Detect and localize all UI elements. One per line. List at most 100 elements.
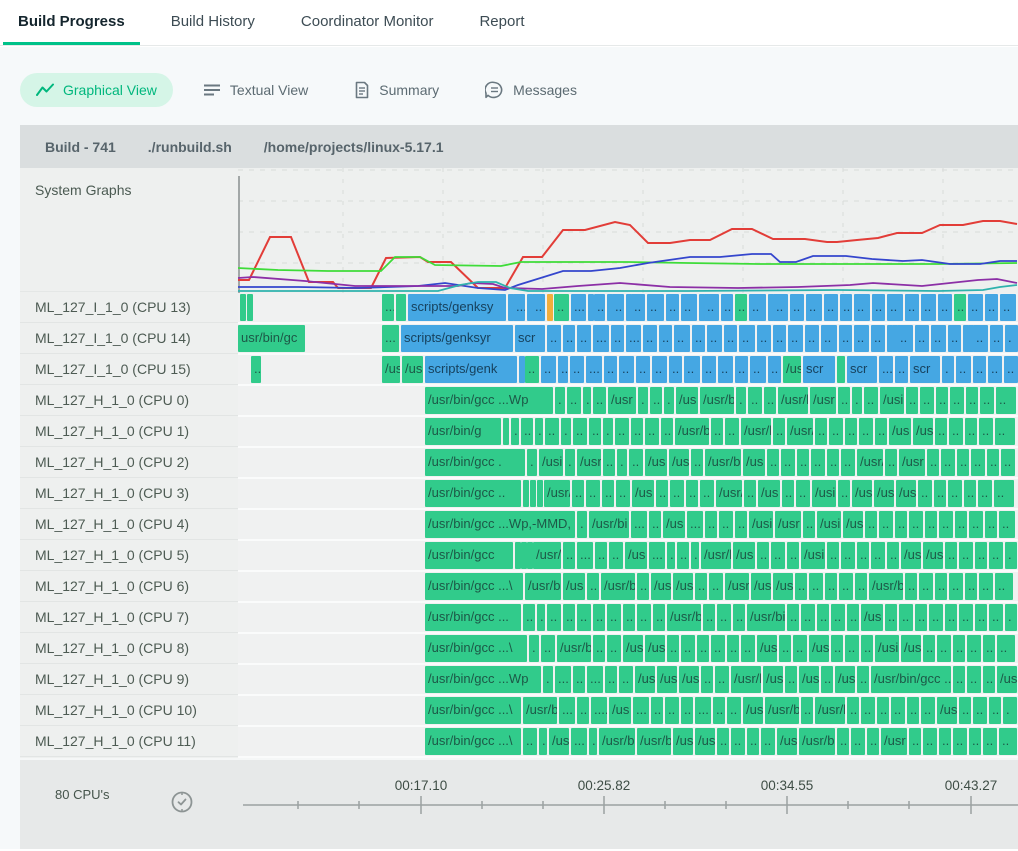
- task-segment[interactable]: ..: [975, 604, 987, 631]
- task-segment[interactable]: ..: [757, 325, 771, 352]
- task-segment[interactable]: [547, 294, 553, 321]
- task-segment[interactable]: /us: [625, 542, 647, 569]
- task-segment[interactable]: /usr/bir: [869, 573, 903, 600]
- task-segment[interactable]: /usr/bin: [778, 387, 808, 414]
- task-segment[interactable]: ..: [665, 697, 679, 724]
- task-segment[interactable]: /usr/bin: [525, 573, 561, 600]
- task-segment[interactable]: ..: [885, 604, 897, 631]
- task-segment[interactable]: ..: [897, 325, 913, 352]
- task-segment[interactable]: scr: [847, 356, 877, 383]
- task-segment[interactable]: /usr/bir: [765, 697, 799, 724]
- task-segment[interactable]: /us: [773, 573, 793, 600]
- task-segment[interactable]: /us: [609, 697, 631, 724]
- task-segment[interactable]: /usr/b: [815, 697, 845, 724]
- task-segment[interactable]: ..: [994, 480, 1014, 507]
- task-segment[interactable]: ....: [591, 697, 607, 724]
- task-segment[interactable]: ..: [909, 511, 923, 538]
- task-segment[interactable]: ..: [782, 480, 794, 507]
- task-segment[interactable]: ..: [681, 697, 693, 724]
- task-segment[interactable]: /us: [733, 542, 755, 569]
- task-segment[interactable]: scr: [515, 325, 545, 352]
- task-segment[interactable]: /us: [743, 449, 765, 476]
- task-segment[interactable]: ..: [554, 294, 569, 321]
- task-segment[interactable]: ..: [923, 728, 937, 755]
- task-segment[interactable]: ..: [999, 511, 1015, 538]
- task-segment[interactable]: ..: [824, 294, 838, 321]
- task-segment[interactable]: ...: [879, 356, 893, 383]
- task-segment[interactable]: ..: [936, 387, 948, 414]
- task-segment[interactable]: ..: [879, 511, 893, 538]
- task-segment[interactable]: ..: [768, 356, 781, 383]
- task-segment[interactable]: ..: [969, 511, 983, 538]
- task-segment[interactable]: [503, 418, 509, 445]
- task-segment[interactable]: ..: [1000, 294, 1016, 321]
- task-segment[interactable]: ..: [919, 573, 933, 600]
- task-segment[interactable]: ..: [996, 387, 1016, 414]
- task-segment[interactable]: ..: [701, 666, 713, 693]
- task-segment[interactable]: ..: [967, 666, 981, 693]
- task-segment[interactable]: ..: [702, 356, 716, 383]
- task-segment[interactable]: ..: [957, 449, 969, 476]
- task-segment[interactable]: ..: [721, 294, 733, 321]
- task-segment[interactable]: ..: [647, 294, 664, 321]
- task-segment[interactable]: ...: [577, 542, 593, 569]
- task-segment[interactable]: /usi: [812, 480, 836, 507]
- task-segment[interactable]: /usr/bin/gcc ...\: [425, 635, 527, 662]
- task-segment[interactable]: .: [664, 387, 674, 414]
- task-segment[interactable]: ..: [631, 418, 643, 445]
- task-segment[interactable]: /usr/bin/gcc ...Wp: [425, 387, 553, 414]
- task-segment[interactable]: ..: [995, 418, 1015, 445]
- task-segment[interactable]: ..: [997, 635, 1015, 662]
- task-segment[interactable]: /us: [635, 666, 655, 693]
- task-segment[interactable]: ..: [704, 294, 719, 321]
- task-segment[interactable]: /us: [835, 666, 855, 693]
- task-segment[interactable]: ..: [831, 604, 845, 631]
- task-segment[interactable]: ..: [945, 604, 957, 631]
- task-segment[interactable]: scr: [910, 356, 940, 383]
- task-segment[interactable]: /us: [997, 666, 1017, 693]
- task-segment[interactable]: ..: [717, 604, 731, 631]
- task-segment[interactable]: ..: [887, 294, 903, 321]
- task-segment[interactable]: /usr: [608, 387, 636, 414]
- task-segment[interactable]: /usr/bin/g: [425, 418, 501, 445]
- task-segment[interactable]: .: [1005, 325, 1018, 352]
- task-segment[interactable]: scripts/genksyr: [401, 325, 513, 352]
- task-segment[interactable]: ..: [935, 418, 947, 445]
- task-segment[interactable]: .: [589, 728, 597, 755]
- tab-build-progress[interactable]: Build Progress: [3, 0, 140, 45]
- task-segment[interactable]: ..: [859, 418, 873, 445]
- task-segment[interactable]: ..: [825, 573, 837, 600]
- task-segment[interactable]: ..: [948, 325, 961, 352]
- tab-coordinator-monitor[interactable]: Coordinator Monitor: [286, 0, 449, 45]
- task-segment[interactable]: ..: [975, 542, 987, 569]
- task-segment[interactable]: ...: [626, 325, 641, 352]
- task-segment[interactable]: ..: [953, 666, 965, 693]
- task-segment[interactable]: ..: [735, 356, 748, 383]
- task-segment[interactable]: /usi: [749, 511, 773, 538]
- task-segment[interactable]: ..: [602, 480, 614, 507]
- task-segment[interactable]: ..: [805, 325, 819, 352]
- task-segment[interactable]: ..: [709, 573, 723, 600]
- task-segment[interactable]: ..: [659, 325, 672, 352]
- task-segment[interactable]: ..: [1001, 449, 1015, 476]
- task-segment[interactable]: ..: [636, 356, 650, 383]
- task-segment[interactable]: ..: [905, 294, 919, 321]
- task-segment[interactable]: ..: [593, 604, 605, 631]
- task-segment[interactable]: ..: [965, 418, 977, 445]
- task-segment[interactable]: ..: [649, 511, 661, 538]
- task-segment[interactable]: /usr/bin/gcc ...Wp: [425, 666, 541, 693]
- task-segment[interactable]: ..: [983, 728, 997, 755]
- task-segment[interactable]: /us: [843, 511, 863, 538]
- task-segment[interactable]: ..: [871, 325, 885, 352]
- task-segment[interactable]: ..: [573, 418, 587, 445]
- task-segment[interactable]: /us: [809, 635, 829, 662]
- task-segment[interactable]: ..: [684, 356, 700, 383]
- task-segment[interactable]: ..: [915, 604, 927, 631]
- task-segment[interactable]: /us: [799, 666, 819, 693]
- task-segment[interactable]: .: [539, 728, 547, 755]
- task-segment[interactable]: ..: [637, 604, 651, 631]
- task-segment[interactable]: ..: [989, 697, 1001, 724]
- task-segment[interactable]: ..: [937, 635, 951, 662]
- task-segment[interactable]: ..: [980, 387, 994, 414]
- task-segment[interactable]: usr/bin/gc: [238, 325, 305, 352]
